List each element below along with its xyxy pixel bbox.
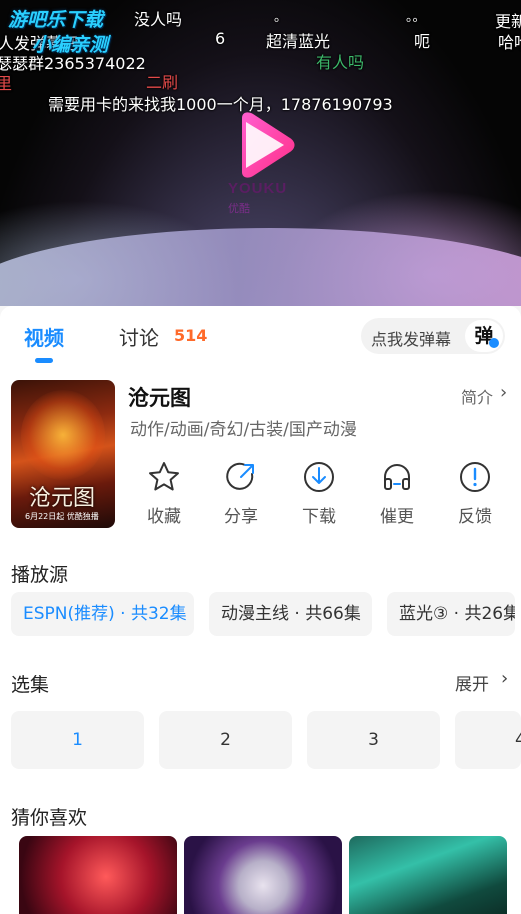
episode-button[interactable]: 4	[455, 711, 521, 769]
expand-episodes-button[interactable]: 展开	[455, 670, 489, 695]
source-option[interactable]: 动漫主线 · 共66集	[209, 592, 372, 636]
danmaku-text: 没人吗	[134, 10, 183, 29]
play-source-title: 播放源	[11, 564, 69, 586]
youku-logo-text: YOUKU	[228, 180, 288, 197]
recommend-card[interactable]	[184, 836, 342, 914]
urge-update-label: 催更	[380, 507, 414, 527]
tab-active-indicator	[35, 358, 53, 363]
detail-panel: 沧元图 6月22日起 优酷独播 沧元图 动作/动画/奇幻/古装/国产动漫 简介 …	[0, 364, 521, 914]
intro-link[interactable]: 简介	[461, 384, 493, 408]
danmaku-text: 哈哈	[498, 33, 521, 52]
share-button[interactable]: 分享	[211, 460, 271, 527]
danmaku-text: 6	[215, 29, 226, 48]
watermark-line: 小编亲测	[32, 34, 109, 56]
recommend-card[interactable]	[19, 836, 177, 914]
danmaku-text: 需要用卡的来找我1000一个月，17876190793	[48, 95, 393, 114]
send-danmaku-input[interactable]: 点我发弹幕 弹	[361, 318, 505, 354]
danmaku-text: 呃	[414, 32, 431, 51]
chevron-right-icon[interactable]: ›	[500, 382, 507, 403]
urge-update-button[interactable]: 催更	[367, 460, 427, 527]
poster-date: 6月22日起 优酷独播	[25, 512, 99, 521]
tab-discussion[interactable]: 讨论	[119, 322, 159, 351]
headphones-icon	[384, 464, 410, 490]
check-dot-icon	[489, 338, 499, 348]
recommend-card[interactable]	[349, 836, 507, 914]
danmaku-text: 里	[0, 74, 13, 93]
youku-logo-cn: 优酷	[228, 202, 250, 215]
source-option[interactable]: 蓝光③ · 共26集	[387, 592, 515, 636]
share-icon	[226, 462, 254, 490]
danmaku-text: 。。	[406, 10, 426, 25]
favorite-button[interactable]: 收藏	[134, 460, 194, 527]
source-option[interactable]: ESPN(推荐) · 共32集	[11, 592, 194, 636]
poster-title: 沧元图	[29, 486, 96, 511]
danmaku-text: 。	[274, 10, 288, 25]
feedback-label: 反馈	[458, 507, 492, 527]
send-danmaku-placeholder: 点我发弹幕	[371, 330, 452, 349]
episode-button[interactable]: 3	[307, 711, 440, 769]
poster-art	[21, 390, 105, 480]
episode-button[interactable]: 1	[11, 711, 144, 769]
share-label: 分享	[224, 507, 258, 527]
danmaku-text: 有人吗	[316, 53, 365, 72]
tab-bar: 视频 讨论 514 点我发弹幕 弹	[0, 306, 521, 364]
watermark: 游吧乐下载 小编亲测	[8, 8, 108, 58]
download-label: 下载	[302, 507, 336, 527]
recommend-title: 猜你喜欢	[11, 807, 88, 829]
video-player[interactable]: YOUKU 优酷 没人吗 6 超清蓝光 。 呃 。。 更新 哈哈 人发弹幕吧 瑟…	[0, 0, 521, 306]
download-icon	[304, 462, 334, 492]
show-title: 沧元图	[128, 386, 191, 410]
watermark-line: 游吧乐下载	[8, 9, 104, 31]
feedback-icon	[460, 462, 490, 492]
episode-button[interactable]: 2	[159, 711, 292, 769]
episode-list-title: 选集	[11, 674, 50, 696]
youku-play-logo-icon	[242, 112, 295, 178]
star-icon	[149, 462, 179, 491]
tab-video[interactable]: 视频	[24, 322, 64, 351]
show-poster[interactable]: 沧元图 6月22日起 优酷独播	[11, 380, 115, 528]
discussion-count-badge: 514	[174, 326, 208, 345]
show-genres: 动作/动画/奇幻/古装/国产动漫	[130, 420, 357, 440]
danmaku-toggle-button[interactable]: 弹	[465, 320, 503, 352]
feedback-button[interactable]: 反馈	[445, 460, 505, 527]
danmaku-text: 二刷	[146, 73, 179, 92]
download-button[interactable]: 下载	[289, 460, 349, 527]
chevron-right-icon[interactable]: ›	[501, 668, 508, 689]
favorite-label: 收藏	[147, 507, 181, 527]
